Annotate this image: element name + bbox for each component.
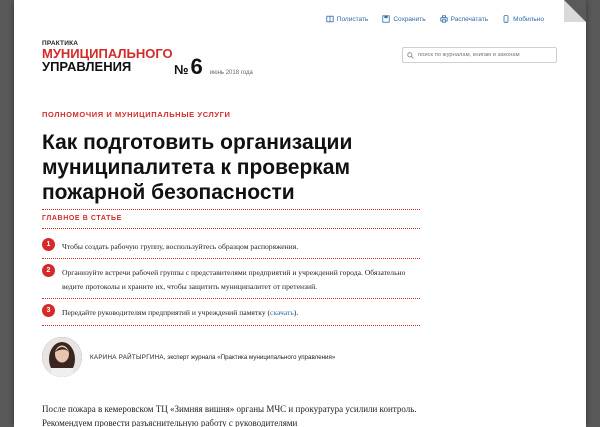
browse-button[interactable]: Полистать bbox=[326, 15, 369, 23]
divider-point-1 bbox=[42, 258, 420, 259]
author-avatar bbox=[42, 337, 82, 377]
browse-label: Полистать bbox=[336, 15, 369, 23]
page-corner-cut bbox=[564, 0, 586, 22]
logo-line-3: УПРАВЛЕНИЯ bbox=[42, 59, 132, 74]
point-text: Передайте руководителям предприятий и уч… bbox=[62, 306, 298, 320]
article-title: Как подготовить организации муниципалите… bbox=[42, 131, 353, 204]
divider-top bbox=[42, 209, 420, 210]
author-photo bbox=[42, 337, 82, 377]
point-number-badge: 2 bbox=[42, 264, 55, 277]
point-text-after: ). bbox=[293, 308, 299, 317]
issue-date: июнь 2018 года bbox=[209, 70, 253, 76]
book-icon bbox=[326, 15, 334, 23]
main-point-3: 3 Передайте руководителям предприятий и … bbox=[42, 304, 422, 320]
main-point-2: 2 Организуйте встречи рабочей группы с п… bbox=[42, 264, 422, 294]
author-block: КАРИНА РАЙТЫРГИНА, эксперт журнала «Прак… bbox=[42, 337, 335, 377]
author-caption: КАРИНА РАЙТЫРГИНА, эксперт журнала «Прак… bbox=[90, 354, 335, 361]
divider-point-2 bbox=[42, 298, 420, 299]
author-role: , эксперт журнала «Практика муниципально… bbox=[163, 353, 336, 361]
save-icon bbox=[382, 15, 390, 23]
print-label: Распечатать bbox=[450, 15, 489, 23]
top-toolbar: Полистать Сохранить Распечатать Мобильно bbox=[326, 15, 544, 23]
print-icon bbox=[440, 15, 448, 23]
point-number-badge: 1 bbox=[42, 238, 55, 251]
issue-info: № 6 июнь 2018 года bbox=[174, 54, 253, 80]
search-icon bbox=[407, 51, 414, 59]
search-box bbox=[402, 47, 557, 63]
point-text: Чтобы создать рабочую группу, воспользуй… bbox=[62, 242, 299, 251]
save-label: Сохранить bbox=[393, 15, 426, 23]
point-text: Организуйте встречи рабочей группы с пре… bbox=[62, 268, 406, 291]
mobile-button[interactable]: Мобильно bbox=[502, 15, 544, 23]
save-button[interactable]: Сохранить bbox=[382, 15, 426, 23]
author-name: КАРИНА РАЙТЫРГИНА bbox=[90, 353, 164, 361]
main-points-heading: ГЛАВНОЕ В СТАТЬЕ bbox=[42, 215, 122, 222]
print-button[interactable]: Распечатать bbox=[440, 15, 489, 23]
issue-number: 6 bbox=[190, 54, 203, 79]
mobile-icon bbox=[503, 15, 509, 23]
mobile-label: Мобильно bbox=[513, 15, 544, 23]
article-category[interactable]: ПОЛНОМОЧИЯ И МУНИЦИПАЛЬНЫЕ УСЛУГИ bbox=[42, 110, 231, 119]
point-number-badge: 3 bbox=[42, 304, 55, 317]
divider-under-heading bbox=[42, 228, 420, 229]
point-text-before: Передайте руководителям предприятий и уч… bbox=[62, 308, 271, 317]
document-page: Полистать Сохранить Распечатать Мобильно… bbox=[14, 0, 586, 427]
download-link[interactable]: скачать bbox=[270, 308, 294, 317]
magazine-logo[interactable]: ПРАКТИКА МУНИЦИПАЛЬНОГО УПРАВЛЕНИЯ bbox=[42, 40, 173, 73]
main-point-1: 1 Чтобы создать рабочую группу, воспольз… bbox=[42, 238, 422, 254]
issue-no-sign: № bbox=[174, 62, 189, 77]
search-input[interactable] bbox=[418, 52, 548, 58]
divider-bottom bbox=[42, 325, 420, 326]
article-body: После пожара в кемеровском ТЦ «Зимняя ви… bbox=[42, 404, 417, 427]
